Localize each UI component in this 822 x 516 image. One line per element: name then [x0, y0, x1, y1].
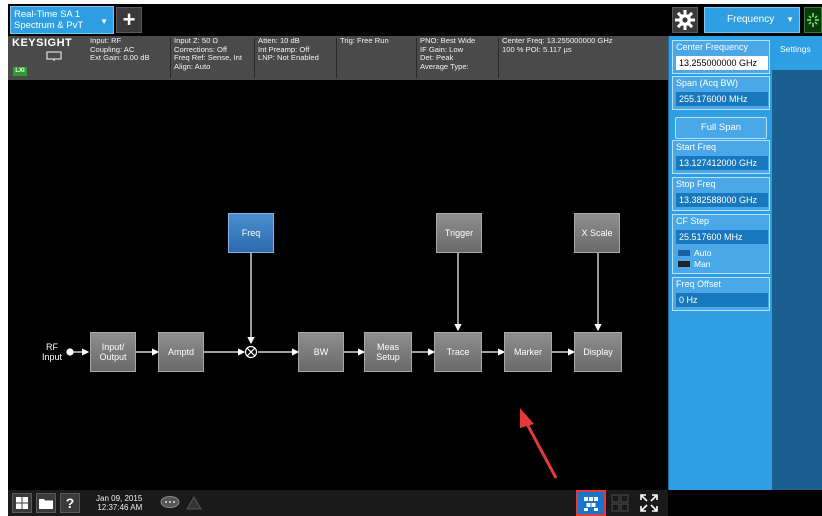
display-block[interactable]: Display: [574, 332, 622, 372]
softkey-label: Span (Acq BW): [676, 78, 739, 88]
softkey-label: Freq Offset: [676, 279, 721, 289]
bottom-bar: ? Jan 09, 2015 12:37:46 AM: [8, 490, 668, 516]
divider: [498, 38, 499, 78]
center-frequency-softkey[interactable]: Center Frequency 13.255000000 GHz: [672, 40, 770, 74]
reference-settings: Input Z: 50 Ω Corrections: Off Freq Ref:…: [174, 36, 242, 71]
x-scale-block[interactable]: X Scale: [574, 213, 620, 253]
softkey-label: Start Freq: [676, 142, 717, 152]
menu-select-label: Frequency: [727, 14, 775, 25]
signal-path-lines: [66, 253, 602, 359]
warning-icon[interactable]: [186, 496, 202, 510]
info-text: Trig: Free Run: [340, 36, 389, 45]
info-text: Align: Auto: [174, 61, 211, 71]
info-text: Average Type:: [420, 61, 469, 71]
selected-indicator-icon: [678, 250, 690, 256]
input-settings: Input: RF Coupling: AC Ext Gain: 0.00 dB: [90, 36, 150, 63]
marker-block[interactable]: Marker: [504, 332, 552, 372]
freq-offset-softkey[interactable]: Freq Offset 0 Hz: [672, 277, 770, 311]
trace-block[interactable]: Trace: [434, 332, 482, 372]
freq-offset-value: 0 Hz: [676, 293, 768, 307]
rf-input-label: RF Input: [38, 342, 66, 362]
full-span-button[interactable]: Full Span: [675, 117, 767, 139]
divider: [336, 38, 337, 78]
divider: [254, 38, 255, 78]
info-text: Ext Gain: 0.00 dB: [90, 53, 150, 63]
fullscreen-icon[interactable]: [638, 492, 660, 514]
add-screen-button[interactable]: +: [116, 7, 142, 33]
cf-step-softkey[interactable]: CF Step 25.517600 MHz Auto Man: [672, 214, 770, 274]
rf-label-line: RF: [46, 342, 58, 352]
rf-label-line: Input: [41, 352, 63, 362]
time-text: 12:37:46 AM: [97, 503, 143, 512]
tab-settings[interactable]: Settings: [772, 36, 822, 70]
dropdown-caret-icon: ▼: [786, 15, 794, 24]
stop-freq-value: 13.382588000 GHz: [676, 193, 768, 207]
cf-step-value: 25.517600 MHz: [676, 230, 768, 244]
span-softkey[interactable]: Span (Acq BW) 255.176000 MHz: [672, 76, 770, 110]
help-icon[interactable]: ?: [60, 493, 80, 513]
attenuation-settings: Atten: 10 dB Int Preamp: Off LNP: Not En…: [258, 36, 319, 63]
center-frequency-input[interactable]: 13.255000000 GHz: [676, 56, 768, 70]
span-value: 255.176000 MHz: [676, 92, 768, 106]
date-text: Jan 09, 2015: [96, 494, 143, 503]
settings-tab-column: Settings: [772, 36, 822, 490]
meas-setup-block[interactable]: Meas Setup: [364, 332, 412, 372]
bw-block[interactable]: BW: [298, 332, 344, 372]
analyzer-screen: Real-Time SA 1 Spectrum & PvT ▼ + Freque…: [8, 4, 822, 516]
frequency-settings: Center Freq: 13.255000000 GHz 100 % POI:…: [502, 36, 613, 54]
trigger-settings: Trig: Free Run: [340, 36, 389, 46]
block-diagram-view-button[interactable]: [576, 490, 606, 516]
measurement-name: Spectrum & PvT: [14, 20, 84, 31]
freq-block[interactable]: Freq: [228, 213, 274, 253]
remote-display-icon: [46, 51, 62, 61]
softkey-label: Stop Freq: [676, 179, 716, 189]
brand-logo: KEYSIGHT: [12, 37, 73, 49]
date-time-display: Jan 09, 2015 12:37:46 AM: [96, 494, 142, 512]
man-option[interactable]: Man: [676, 259, 711, 269]
tile-view-icon[interactable]: [610, 493, 630, 513]
info-text: LNP: Not Enabled: [258, 53, 319, 63]
dropdown-caret-icon: ▼: [100, 17, 108, 26]
settings-summary-bar[interactable]: KEYSIGHT LXI Input: RF Coupling: AC Ext …: [8, 36, 668, 80]
start-freq-value: 13.127412000 GHz: [676, 156, 768, 170]
menu-select[interactable]: Frequency ▼: [704, 7, 800, 33]
divider: [416, 38, 417, 78]
detector-settings: PNO: Best Wide IF Gain: Low Det: Peak Av…: [420, 36, 475, 71]
block-diagram: RF Input Input/ Output Amptd Freq BW Mea…: [8, 80, 668, 490]
softkey-panel: Center Frequency 13.255000000 GHz Span (…: [668, 36, 772, 490]
mode-tab[interactable]: Real-Time SA 1 Spectrum & PvT ▼: [10, 6, 114, 34]
stop-freq-softkey[interactable]: Stop Freq 13.382588000 GHz: [672, 177, 770, 211]
brand-area: KEYSIGHT LXI: [12, 37, 84, 79]
input-output-block[interactable]: Input/ Output: [90, 332, 136, 372]
info-text: 100 % POI: 5.117 µs: [502, 44, 572, 54]
man-label: Man: [694, 259, 711, 269]
start-freq-softkey[interactable]: Start Freq 13.127412000 GHz: [672, 140, 770, 174]
unselected-indicator-icon: [678, 261, 690, 267]
mixer-icon: [244, 345, 258, 359]
amptd-block[interactable]: Amptd: [158, 332, 204, 372]
windows-start-icon[interactable]: [12, 493, 32, 513]
lxi-badge: LXI: [13, 67, 27, 76]
folder-icon[interactable]: [36, 493, 56, 513]
divider: [170, 38, 171, 78]
status-indicator-icon: [804, 7, 822, 33]
message-icon[interactable]: [160, 496, 180, 509]
auto-label: Auto: [694, 248, 712, 258]
softkey-label: Center Frequency: [676, 42, 749, 52]
softkey-label: CF Step: [676, 216, 710, 226]
rf-input-port-icon: [66, 348, 74, 356]
top-bar: Real-Time SA 1 Spectrum & PvT ▼ + Freque…: [8, 4, 822, 36]
gear-icon[interactable]: [672, 7, 698, 33]
mode-name: Real-Time SA 1: [14, 9, 81, 20]
trigger-block[interactable]: Trigger: [436, 213, 482, 253]
auto-option[interactable]: Auto: [676, 248, 712, 258]
